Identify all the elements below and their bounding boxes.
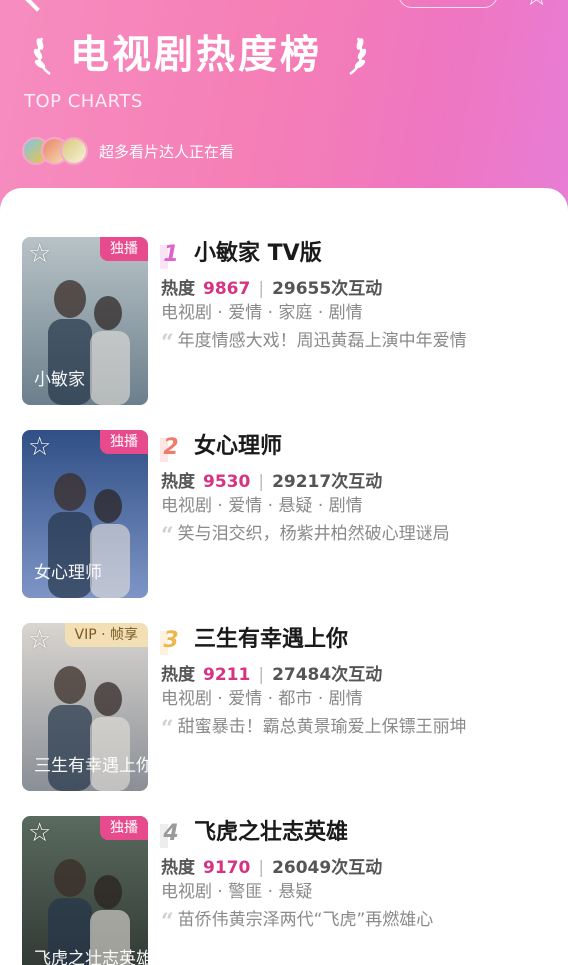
description-text: 甜蜜暴击！霸总黄景瑜爱上保镖王丽坤	[177, 717, 467, 737]
description: “笑与泪交织，杨紫井柏然破心理谜局	[161, 522, 450, 549]
show-title[interactable]: 女心理师	[194, 432, 282, 462]
rank-number: 2	[163, 435, 179, 460]
interactions-value: 29217	[272, 472, 332, 492]
interactions-suffix: 次互动	[331, 472, 383, 492]
stats-line: 热度 9530 | 29217次互动	[161, 470, 382, 494]
viewers-text: 超多看片达人正在看	[99, 142, 235, 161]
heat-label: 热度	[161, 472, 195, 492]
separator: |	[258, 279, 265, 299]
genre-tags: 电视剧 · 爱情 · 都市 · 剧情	[161, 689, 363, 709]
favorite-star-icon[interactable]: ☆	[524, 0, 549, 10]
show-title[interactable]: 三生有幸遇上你	[194, 625, 348, 655]
poster-image[interactable]: 女心理师 ☆ 独播	[22, 430, 148, 598]
svg-text:三生有幸遇上你: 三生有幸遇上你	[34, 756, 148, 776]
interactions-value: 27484	[272, 665, 332, 685]
description-text: 苗侨伟黄宗泽两代“飞虎”再燃雄心	[177, 910, 434, 930]
viewers-row: 超多看片达人正在看	[22, 136, 234, 166]
heat-value: 9530	[203, 472, 251, 492]
svg-text:飞虎之壮志英雄: 飞虎之壮志英雄	[34, 949, 148, 965]
interactions-suffix: 次互动	[331, 858, 383, 878]
back-arrow-icon[interactable]	[24, 0, 50, 12]
rank-number: 3	[163, 628, 179, 653]
badge: 独播	[100, 430, 148, 454]
heat-label: 热度	[161, 858, 195, 878]
badge: VIP · 帧享	[64, 623, 148, 647]
interactions-value: 29655	[272, 279, 332, 299]
heat-value: 9170	[203, 858, 251, 878]
poster-image[interactable]: 三生有幸遇上你 ☆ VIP · 帧享	[22, 623, 148, 791]
quote-icon: “	[161, 909, 174, 935]
stats-line: 热度 9170 | 26049次互动	[161, 856, 382, 880]
rank-number: 1	[163, 242, 179, 267]
stats-line: 热度 9211 | 27484次互动	[161, 663, 382, 687]
poster-favorite-star-icon[interactable]: ☆	[28, 434, 51, 460]
chart-item[interactable]: 三生有幸遇上你 ☆ VIP · 帧享 3 三生有幸遇上你 热度 9211 | 2748…	[22, 623, 552, 791]
laurel-left-icon	[33, 37, 51, 76]
description-text: 年度情感大戏！周迅黄磊上演中年爱情	[177, 331, 467, 351]
svg-text:小敏家: 小敏家	[34, 370, 85, 390]
description: “年度情感大戏！周迅黄磊上演中年爱情	[161, 329, 467, 356]
separator: |	[258, 858, 265, 878]
description: “甜蜜暴击！霸总黄景瑜爱上保镖王丽坤	[161, 715, 467, 742]
show-title[interactable]: 小敏家 TV版	[194, 239, 322, 269]
badge: 独播	[100, 237, 148, 261]
avatar	[60, 137, 88, 165]
poster-favorite-star-icon[interactable]: ☆	[28, 820, 51, 846]
description-text: 笑与泪交织，杨紫井柏然破心理谜局	[177, 524, 450, 544]
genre-tags: 电视剧 · 爱情 · 悬疑 · 剧情	[161, 496, 363, 516]
quote-icon: “	[161, 330, 174, 356]
top-pill-button[interactable]	[398, 0, 498, 8]
stats-line: 热度 9867 | 29655次互动	[161, 277, 382, 301]
heat-value: 9211	[203, 665, 251, 685]
interactions-suffix: 次互动	[331, 279, 383, 299]
laurel-right-icon	[349, 37, 367, 76]
genre-tags: 电视剧 · 爱情 · 家庭 · 剧情	[161, 303, 363, 323]
chart-item[interactable]: 小敏家 ☆ 独播 1 小敏家 TV版 热度 9867 | 29655次互动 电视剧 ·…	[22, 237, 552, 405]
heat-value: 9867	[203, 279, 251, 299]
page-title: 电视剧热度榜	[70, 33, 323, 78]
badge: 独播	[100, 816, 148, 840]
poster-favorite-star-icon[interactable]: ☆	[28, 627, 51, 653]
poster-image[interactable]: 小敏家 ☆ 独播	[22, 237, 148, 405]
chart-item[interactable]: 飞虎之壮志英雄 ☆ 独播 4 飞虎之壮志英雄 热度 9170 | 26049次互动 电…	[22, 816, 552, 965]
separator: |	[258, 665, 265, 685]
quote-icon: “	[161, 716, 174, 742]
heat-label: 热度	[161, 665, 195, 685]
genre-tags: 电视剧 · 警匪 · 悬疑	[161, 882, 313, 902]
poster-favorite-star-icon[interactable]: ☆	[28, 241, 51, 267]
description: “苗侨伟黄宗泽两代“飞虎”再燃雄心	[161, 908, 434, 935]
page-subtitle: TOP CHARTS	[24, 91, 143, 112]
rank-number: 4	[163, 821, 179, 846]
poster-image[interactable]: 飞虎之壮志英雄 ☆ 独播	[22, 816, 148, 965]
separator: |	[258, 472, 265, 492]
heat-label: 热度	[161, 279, 195, 299]
chart-item[interactable]: 女心理师 ☆ 独播 2 女心理师 热度 9530 | 29217次互动 电视剧 · 爱…	[22, 430, 552, 598]
quote-icon: “	[161, 523, 174, 549]
interactions-suffix: 次互动	[331, 665, 383, 685]
interactions-value: 26049	[272, 858, 332, 878]
svg-text:女心理师: 女心理师	[34, 563, 102, 583]
show-title[interactable]: 飞虎之壮志英雄	[194, 818, 348, 848]
